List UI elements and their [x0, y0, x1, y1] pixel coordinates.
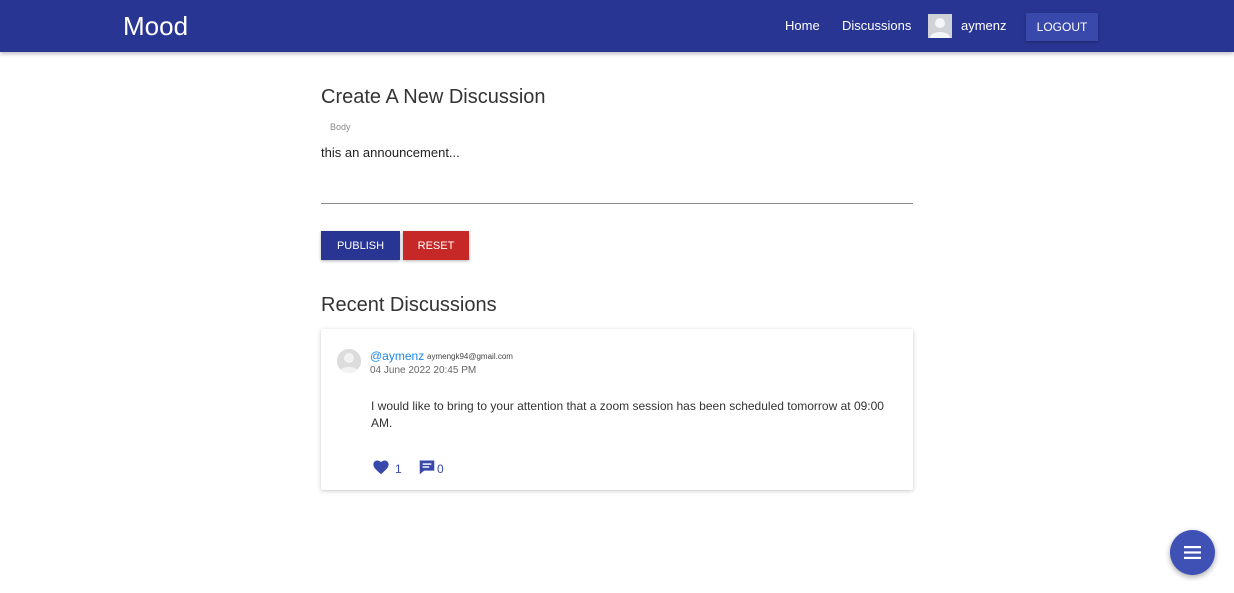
nav-discussions-link[interactable]: Discussions — [842, 18, 911, 34]
publish-button[interactable]: PUBLISH — [321, 231, 400, 260]
body-field-underline — [321, 203, 913, 204]
nav-home-link[interactable]: Home — [785, 18, 820, 34]
recent-discussions-title: Recent Discussions — [321, 294, 497, 316]
reset-button[interactable]: RESET — [403, 231, 469, 260]
discussion-card: @aymenz aymengk94@gmail.com 04 June 2022… — [321, 329, 913, 490]
nav-username[interactable]: aymenz — [961, 18, 1007, 34]
comment-count: 0 — [437, 462, 444, 476]
brand-logo[interactable]: Mood — [123, 10, 188, 42]
author-handle[interactable]: @aymenz — [370, 349, 424, 363]
body-field-label: Body — [330, 122, 351, 132]
post-body: I would like to bring to your attention … — [371, 399, 884, 430]
post-date: 04 June 2022 20:45 PM — [370, 365, 477, 376]
create-discussion-title: Create A New Discussion — [321, 86, 546, 108]
author-email: aymengk94@gmail.com — [427, 352, 513, 361]
user-avatar-icon — [928, 14, 952, 38]
body-textarea[interactable]: this an announcement... — [321, 145, 460, 160]
menu-fab-button[interactable] — [1170, 530, 1215, 575]
logout-button[interactable]: LOGOUT — [1026, 13, 1098, 41]
author-avatar-icon — [337, 349, 361, 373]
comment-icon[interactable] — [418, 459, 436, 475]
menu-icon — [1184, 546, 1201, 559]
heart-icon[interactable] — [372, 459, 390, 475]
like-count: 1 — [395, 462, 402, 476]
top-navbar: Mood Home Discussions aymenz LOGOUT — [0, 0, 1234, 52]
